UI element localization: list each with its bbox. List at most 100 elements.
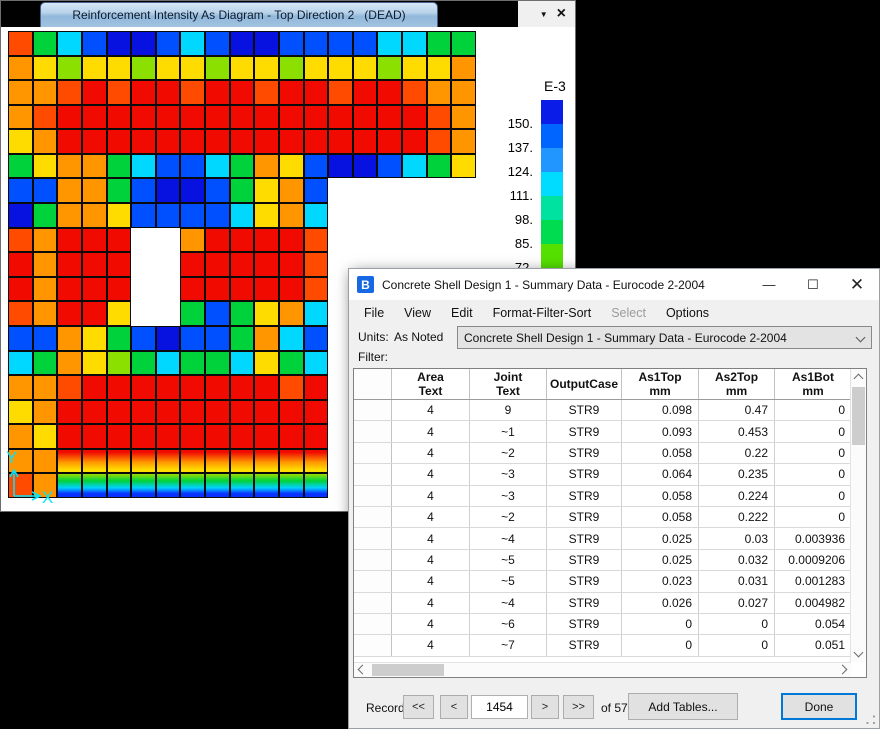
column-header[interactable]: OutputCase	[547, 369, 622, 399]
close-button[interactable]: ✕	[835, 269, 879, 300]
mesh-cell	[205, 31, 230, 56]
mesh-cell	[156, 326, 181, 351]
mesh-cell	[82, 424, 107, 449]
table-row[interactable]: 4~3STR90.0640.2350	[354, 464, 850, 485]
record-number-input[interactable]	[471, 695, 528, 719]
table-row[interactable]: 4~5STR90.0230.0310.001283	[354, 571, 850, 592]
table-row[interactable]: 4~2STR90.0580.220	[354, 443, 850, 464]
row-selector-cell[interactable]	[354, 421, 392, 441]
first-record-button[interactable]: <<	[403, 695, 434, 719]
mesh-cell	[82, 228, 107, 253]
viewer-close-icon[interactable]: ×	[557, 6, 566, 22]
mesh-cell	[8, 326, 33, 351]
table-row[interactable]: 4~7STR9000.051	[354, 635, 850, 656]
add-tables-button[interactable]: Add Tables...	[628, 693, 738, 720]
summary-dialog: B Concrete Shell Design 1 - Summary Data…	[348, 268, 880, 729]
menu-view[interactable]: View	[394, 303, 441, 323]
resize-grip[interactable]	[866, 715, 875, 724]
mesh-cell	[8, 31, 33, 56]
mesh-cell	[156, 277, 181, 302]
table-cell: 4	[392, 421, 470, 441]
row-selector-cell[interactable]	[354, 486, 392, 506]
next-record-button[interactable]: >	[531, 695, 559, 719]
mesh-cell	[377, 56, 402, 81]
dialog-titlebar[interactable]: B Concrete Shell Design 1 - Summary Data…	[349, 269, 879, 300]
vertical-scroll-thumb[interactable]	[852, 387, 865, 445]
mesh-cell	[33, 203, 58, 228]
scroll-up-icon[interactable]	[854, 374, 864, 384]
table-row[interactable]: 4~4STR90.0260.0270.004982	[354, 593, 850, 614]
mesh-cell	[82, 375, 107, 400]
mesh-cell	[279, 228, 304, 253]
units-row: Units: As Noted Concrete Shell Design 1 …	[349, 325, 879, 350]
horizontal-scrollbar[interactable]	[354, 662, 851, 677]
table-row[interactable]: 4~3STR90.0580.2240	[354, 486, 850, 507]
table-cell: 0.004982	[775, 593, 850, 613]
mesh-cell	[180, 228, 205, 253]
column-header[interactable]: AreaText	[392, 369, 470, 399]
mesh-cell	[304, 203, 329, 228]
mesh-cell	[180, 80, 205, 105]
row-selector-cell[interactable]	[354, 635, 392, 655]
mesh-cell	[254, 105, 279, 130]
table-cell: STR9	[547, 550, 622, 570]
table-row[interactable]: 4~1STR90.0930.4530	[354, 421, 850, 442]
mesh-cell	[328, 178, 353, 203]
table-select-dropdown[interactable]: Concrete Shell Design 1 - Summary Data -…	[457, 326, 872, 349]
menu-edit[interactable]: Edit	[441, 303, 483, 323]
mesh-cell	[82, 277, 107, 302]
horizontal-scroll-thumb[interactable]	[372, 664, 444, 676]
viewer-tab-strip: Reinforcement Intensity As Diagram - Top…	[1, 1, 575, 27]
table-row[interactable]: 4~6STR9000.054	[354, 614, 850, 635]
row-selector-cell[interactable]	[354, 400, 392, 420]
mesh-cell	[131, 56, 156, 81]
table-row[interactable]: 49STR90.0980.470	[354, 400, 850, 421]
table-cell: 0.003936	[775, 528, 850, 548]
column-header[interactable]: As1Topmm	[622, 369, 699, 399]
row-selector-cell[interactable]	[354, 571, 392, 591]
mesh-cell	[402, 129, 427, 154]
vertical-scrollbar[interactable]	[850, 369, 866, 662]
menu-options[interactable]: Options	[656, 303, 719, 323]
row-selector-cell[interactable]	[354, 550, 392, 570]
table-row[interactable]: 4~5STR90.0250.0320.0009206	[354, 550, 850, 571]
table-cell: 0	[622, 614, 699, 634]
mesh-cell	[427, 129, 452, 154]
column-header[interactable]: As1Botmm	[775, 369, 850, 399]
table-cell: 0.025	[622, 528, 699, 548]
mesh-cell	[33, 228, 58, 253]
scroll-down-icon[interactable]	[854, 648, 864, 658]
row-selector-cell[interactable]	[354, 593, 392, 613]
table-row[interactable]: 4~2STR90.0580.2220	[354, 507, 850, 528]
maximize-button[interactable]: ☐	[791, 269, 835, 300]
mesh-cell	[107, 473, 132, 498]
previous-record-button[interactable]: <	[440, 695, 468, 719]
row-selector-cell[interactable]	[354, 528, 392, 548]
mesh-cell	[8, 154, 33, 179]
mesh-cell	[131, 80, 156, 105]
menu-file[interactable]: File	[354, 303, 394, 323]
last-record-button[interactable]: >>	[563, 695, 594, 719]
row-selector-cell[interactable]	[354, 507, 392, 527]
minimize-button[interactable]: —	[747, 269, 791, 300]
done-button[interactable]: Done	[781, 693, 857, 720]
mesh-cell	[156, 424, 181, 449]
row-selector-cell[interactable]	[354, 464, 392, 484]
scroll-left-icon[interactable]	[358, 665, 368, 675]
tab-list-caret-icon[interactable]: ▼	[540, 10, 548, 19]
column-header[interactable]: JointText	[470, 369, 547, 399]
mesh-cell	[427, 31, 452, 56]
column-header[interactable]: As2Topmm	[699, 369, 775, 399]
mesh-cell	[254, 326, 279, 351]
mesh-cell	[180, 375, 205, 400]
row-selector-cell[interactable]	[354, 443, 392, 463]
menu-format-filter-sort[interactable]: Format-Filter-Sort	[483, 303, 602, 323]
table-row[interactable]: 4~4STR90.0250.030.003936	[354, 528, 850, 549]
mesh-cell	[131, 449, 156, 474]
legend-segment	[541, 244, 563, 268]
scroll-right-icon[interactable]	[838, 665, 848, 675]
viewer-tab[interactable]: Reinforcement Intensity As Diagram - Top…	[40, 2, 438, 27]
mesh-cell	[230, 449, 255, 474]
row-selector-cell[interactable]	[354, 614, 392, 634]
mesh-cell	[107, 252, 132, 277]
